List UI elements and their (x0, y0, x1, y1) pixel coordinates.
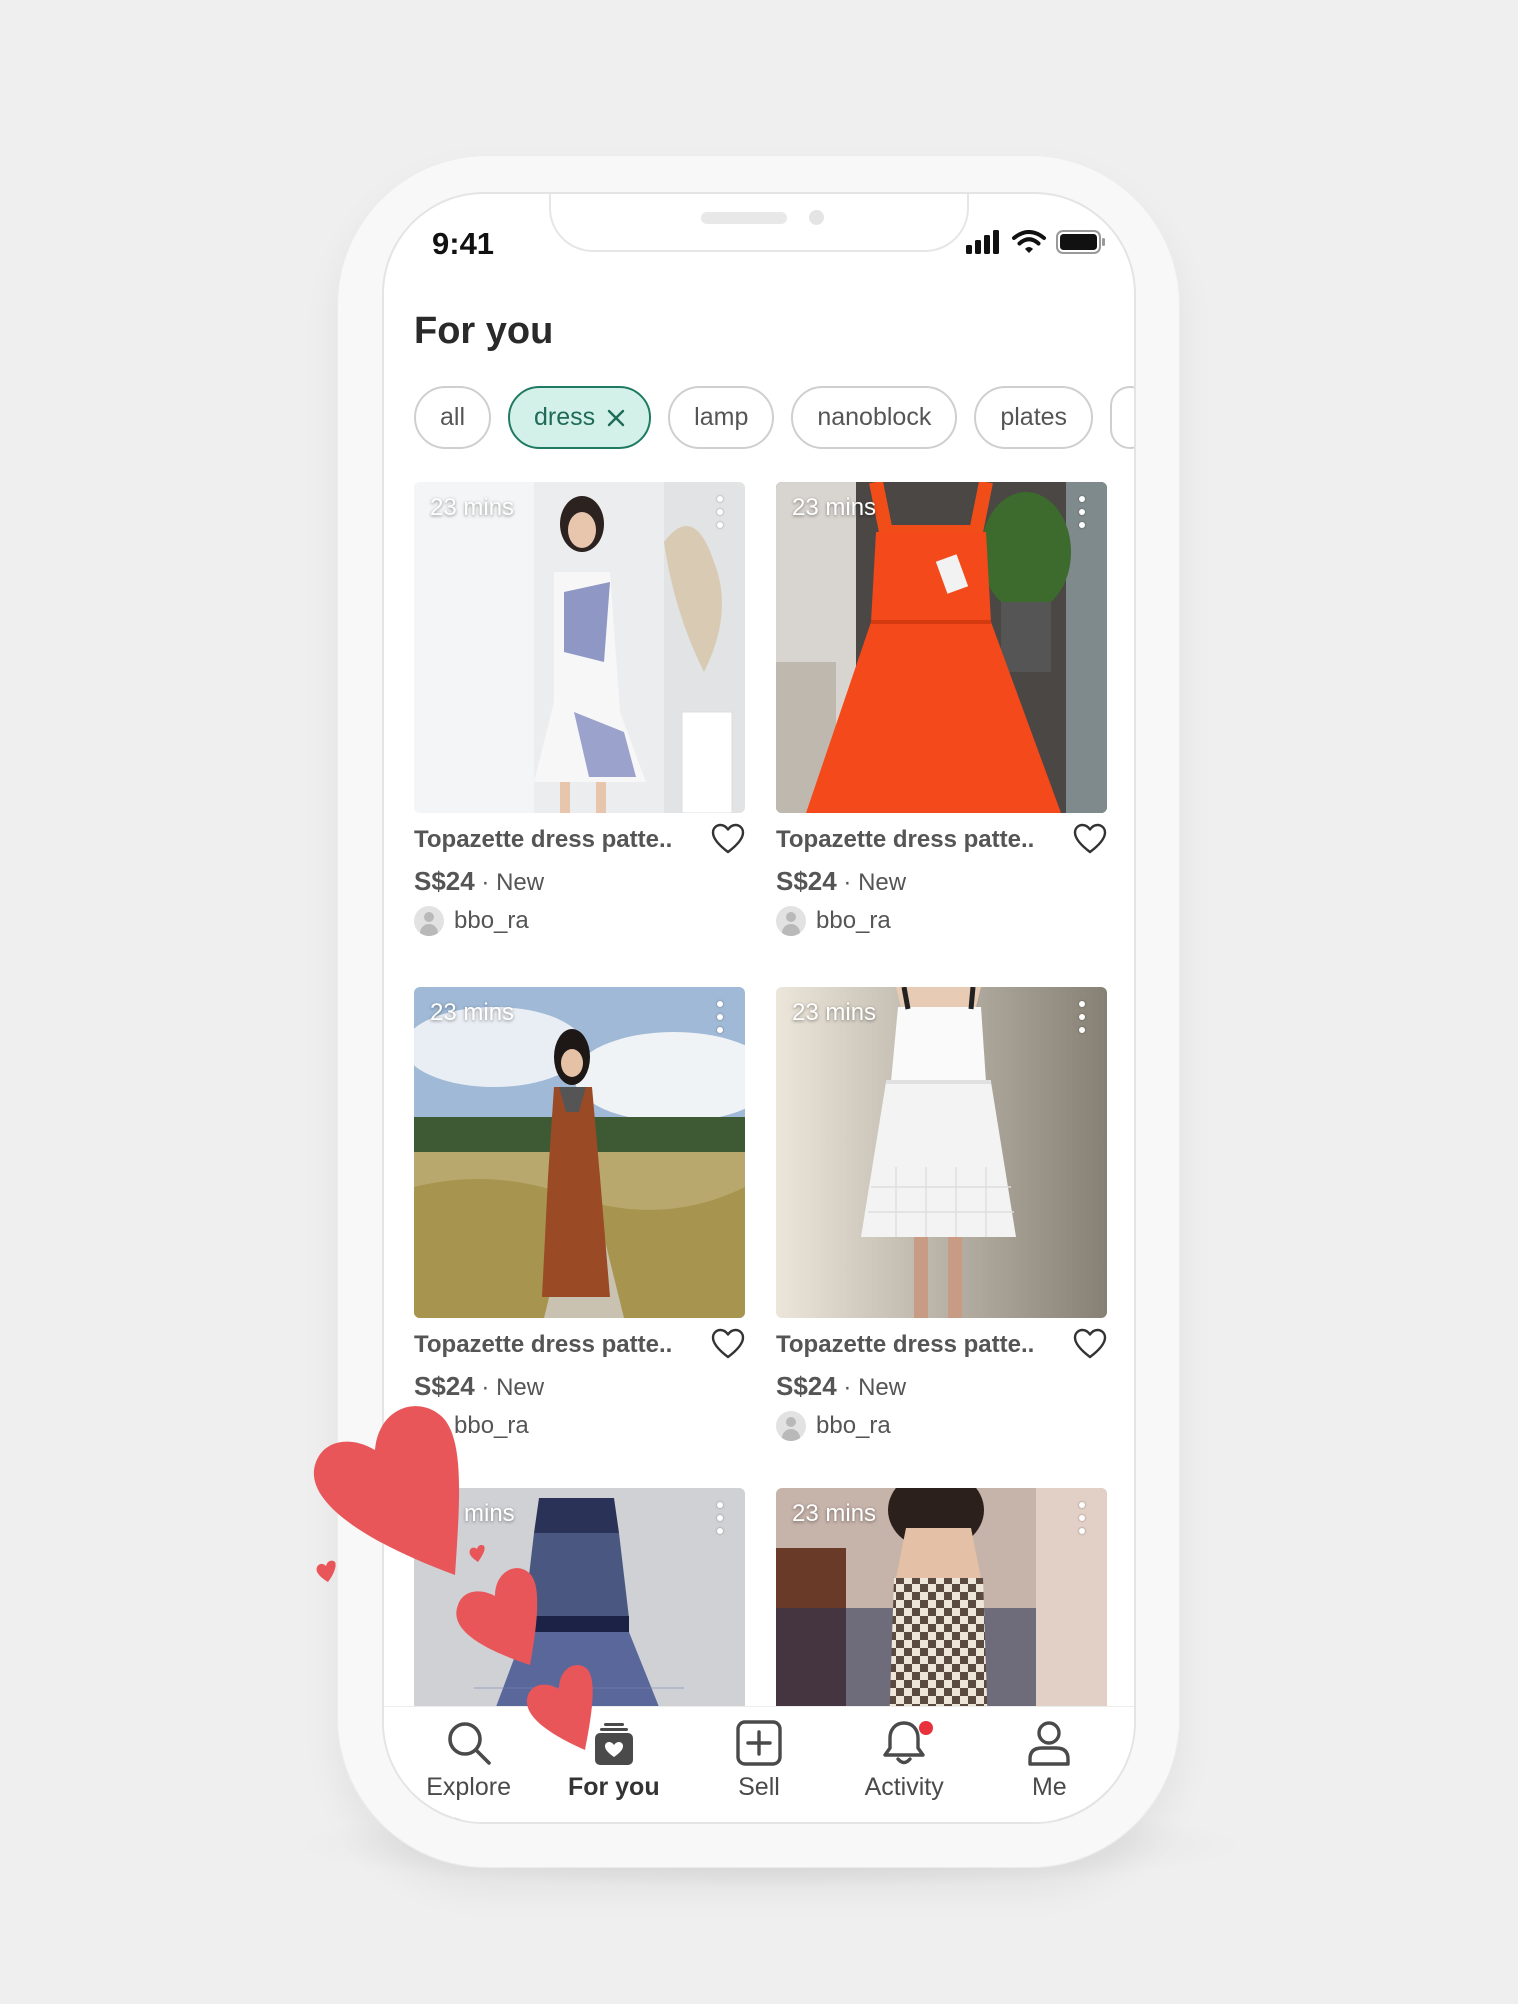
listing-title[interactable]: Topazette dress patte.. (776, 826, 1066, 854)
tab-explore[interactable]: Explore (404, 1707, 534, 1822)
tab-label: Explore (426, 1773, 511, 1801)
notification-badge (919, 1721, 934, 1735)
chip-label: plates (1000, 403, 1068, 431)
listing-time: 23 mins (792, 999, 877, 1026)
more-icon[interactable] (717, 496, 723, 528)
seller-name: bbo_ra (816, 907, 891, 934)
speaker (701, 212, 787, 224)
chip-label: all (440, 403, 466, 431)
seller-name: bbo_ra (816, 1412, 891, 1439)
seller[interactable]: bbo_ra (414, 1411, 529, 1441)
listing-price: S$24 (414, 866, 475, 896)
filter-chips: all dress lamp nanoblock plates (414, 386, 1134, 449)
status-icons (966, 230, 1106, 254)
seller[interactable]: bbo_ra (776, 1411, 891, 1441)
listing-photo[interactable]: 23 mins (776, 482, 1107, 813)
listing-time: 23 mins (430, 494, 515, 521)
status-time: 9:41 (432, 226, 495, 261)
listing-price: S$24 (776, 1371, 837, 1401)
tab-label: Me (1031, 1773, 1067, 1801)
notch (549, 194, 969, 252)
chip-label: nanoblock (817, 403, 932, 431)
tab-me[interactable]: Me (984, 1707, 1114, 1822)
battery-icon (1056, 230, 1105, 254)
person-icon (1028, 1721, 1071, 1766)
listing-time: 23 mins (792, 494, 877, 521)
listing-photo[interactable]: 23 mins (414, 482, 745, 813)
chip-lamp[interactable]: lamp (668, 386, 775, 449)
more-icon[interactable] (717, 1001, 723, 1033)
tab-label: Activity (864, 1773, 944, 1801)
listing-condition: · New (843, 869, 907, 896)
search-icon (447, 1722, 491, 1765)
heart-icon[interactable] (711, 1328, 745, 1360)
heart-icon[interactable] (1073, 823, 1107, 855)
wifi-icon (1012, 230, 1046, 253)
seller[interactable]: bbo_ra (776, 906, 891, 936)
signal-icon (966, 230, 999, 254)
chip-dress[interactable]: dress (508, 386, 652, 449)
heart-icon[interactable] (1073, 1328, 1107, 1360)
chip-overflow[interactable] (1110, 386, 1134, 449)
avatar (414, 906, 444, 936)
price-row: S$24 · New (776, 1371, 906, 1402)
listing-condition: · New (481, 869, 545, 896)
more-icon[interactable] (717, 1502, 723, 1534)
listing-price: S$24 (776, 866, 837, 896)
tab-for-you[interactable]: For you (549, 1707, 679, 1822)
tab-label: Sell (738, 1773, 780, 1801)
chip-label: dress (534, 403, 596, 431)
price-row: S$24 · New (414, 866, 544, 897)
bottom-tab-bar: Explore For you Sell Activity Me (384, 1706, 1134, 1822)
chip-nanoblock[interactable]: nanoblock (791, 386, 958, 449)
close-icon[interactable] (607, 409, 625, 427)
tab-label: For you (567, 1773, 660, 1801)
listing-time: 23 mins (792, 1500, 877, 1527)
phone-screen: 9:41 For you all dress lamp nanoblock pl… (384, 194, 1134, 1822)
listing-title[interactable]: Topazette dress patte.. (414, 826, 704, 854)
heart-icon (316, 1560, 336, 1582)
chip-plates[interactable]: plates (974, 386, 1094, 449)
listing-time: 23 mins (430, 999, 515, 1026)
tab-activity[interactable]: Activity (839, 1707, 969, 1822)
avatar (776, 906, 806, 936)
listing-photo[interactable]: 23 mins (414, 987, 745, 1318)
chip-label: lamp (694, 403, 749, 431)
heart-icon[interactable] (711, 823, 745, 855)
page-title: For you (414, 310, 554, 352)
price-row: S$24 · New (414, 1371, 544, 1402)
listing-price: S$24 (414, 1371, 475, 1401)
more-icon[interactable] (1079, 496, 1085, 528)
seller[interactable]: bbo_ra (414, 906, 529, 936)
tab-sell[interactable]: Sell (694, 1707, 824, 1822)
chip-all[interactable]: all (414, 386, 492, 449)
listing-photo[interactable]: 23 mins (776, 987, 1107, 1318)
seller-name: bbo_ra (454, 907, 529, 934)
for-you-icon (594, 1723, 633, 1765)
seller-name: bbo_ra (454, 1412, 529, 1439)
listing-condition: · New (481, 1374, 545, 1401)
more-icon[interactable] (1079, 1001, 1085, 1033)
price-row: S$24 · New (776, 866, 906, 897)
listing-time: mins (464, 1500, 515, 1527)
listing-title[interactable]: Topazette dress patte.. (414, 1331, 704, 1359)
avatar (776, 1411, 806, 1441)
camera (809, 210, 824, 225)
listing-title[interactable]: Topazette dress patte.. (776, 1331, 1066, 1359)
avatar (414, 1411, 444, 1441)
listing-condition: · New (843, 1374, 907, 1401)
plus-square-icon (736, 1720, 782, 1766)
more-icon[interactable] (1079, 1502, 1085, 1534)
